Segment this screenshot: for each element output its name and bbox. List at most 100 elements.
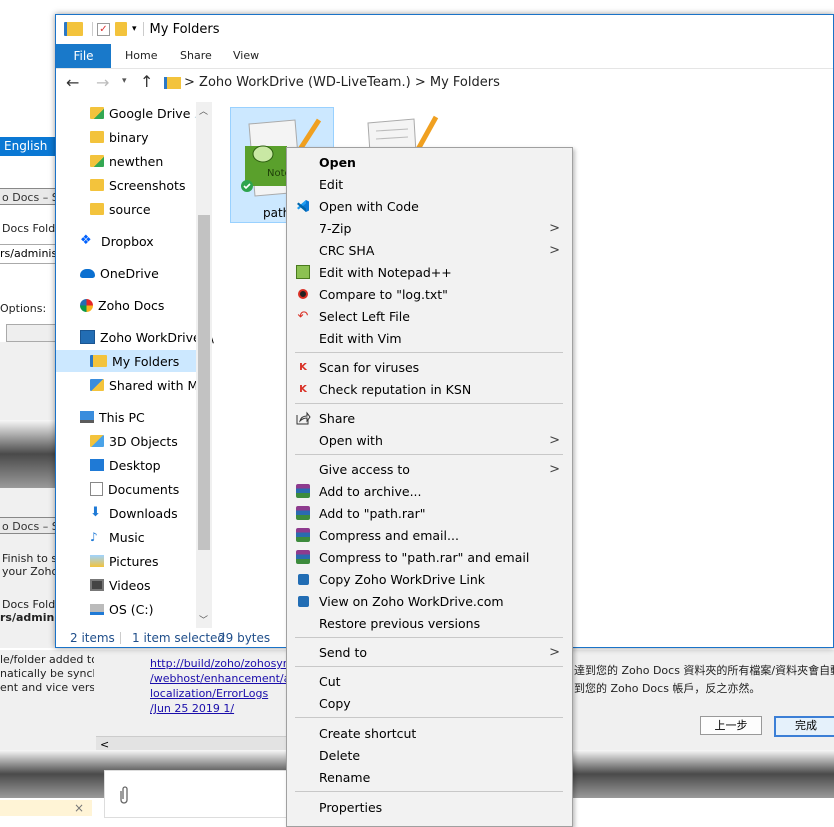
menu-item-scan-for-viruses[interactable]: K Scan for viruses — [287, 356, 572, 378]
tab-view[interactable]: View — [233, 44, 259, 68]
attachment-area[interactable] — [104, 770, 288, 818]
menu-item-add-to-path-rar[interactable]: Add to "path.rar" — [287, 502, 572, 524]
sidebar-item-label: OneDrive — [100, 265, 159, 281]
menu-item-properties[interactable]: Properties — [287, 796, 572, 818]
menu-item-give-access-to[interactable]: Give access to > — [287, 458, 572, 480]
menu-separator — [295, 717, 563, 718]
menu-item-compress-to-path-rar-email[interactable]: Compress to "path.rar" and email — [287, 546, 572, 568]
sidebar-item-3d-objects[interactable]: 3D Objects — [56, 430, 214, 452]
sidebar-item-label: Desktop — [109, 457, 161, 473]
customize-toolbar-chevron-icon[interactable]: ▾ — [132, 24, 137, 34]
sidebar-item-videos[interactable]: Videos — [56, 574, 214, 596]
sidebar-item-os-drive[interactable]: OS (C:) — [56, 598, 214, 620]
menu-item-label: Open — [319, 154, 356, 170]
menu-item-copy-workdrive-link[interactable]: Copy Zoho WorkDrive Link — [287, 568, 572, 590]
tab-file[interactable]: File — [56, 44, 111, 68]
sidebar-item-onedrive[interactable]: OneDrive — [56, 262, 214, 284]
log-link[interactable]: /Jun 25 2019 1/ — [150, 701, 286, 716]
language-bar[interactable]: English — [0, 137, 56, 156]
menu-item-compare[interactable]: Compare to "log.txt" — [287, 283, 572, 305]
menu-item-create-shortcut[interactable]: Create shortcut — [287, 722, 572, 744]
sidebar-item-dropbox[interactable]: ❖ Dropbox — [56, 230, 214, 252]
sidebar-item-this-pc[interactable]: This PC — [56, 406, 214, 428]
scroll-up-arrow-icon[interactable]: ︿ — [199, 104, 208, 117]
back-arrow-icon[interactable]: ← — [66, 73, 79, 92]
menu-item-edit-notepad-plus-plus[interactable]: Edit with Notepad++ — [287, 261, 572, 283]
this-pc-icon — [80, 411, 94, 423]
sidebar-item-downloads[interactable]: ⬇ Downloads — [56, 502, 214, 524]
log-link[interactable]: http://build/zoho/zohosync — [150, 656, 286, 671]
done-button[interactable]: 完成 — [774, 716, 834, 737]
menu-separator — [295, 454, 563, 455]
menu-item-restore-previous-versions[interactable]: Restore previous versions — [287, 612, 572, 634]
up-arrow-icon[interactable]: ↑ — [140, 72, 153, 91]
menu-item-edit[interactable]: Edit — [287, 173, 572, 195]
previous-button[interactable]: 上一步 — [700, 716, 762, 735]
breadcrumb-zoho-workdrive[interactable]: Zoho WorkDrive (WD-LiveTeam.) — [199, 75, 411, 90]
sidebar-item-binary[interactable]: binary — [56, 126, 214, 148]
sidebar-item-label: Videos — [109, 577, 151, 593]
menu-item-delete[interactable]: Delete — [287, 744, 572, 766]
address-breadcrumb[interactable]: > Zoho WorkDrive (WD-LiveTeam.) > My Fol… — [184, 75, 500, 90]
pictures-folder-icon — [90, 555, 104, 567]
menu-item-crc-sha[interactable]: CRC SHA > — [287, 239, 572, 261]
navigation-pane[interactable]: Google Drive 📌 binary newthen Screenshot… — [56, 102, 214, 628]
background-button[interactable] — [6, 324, 56, 342]
menu-item-view-on-workdrive[interactable]: View on Zoho WorkDrive.com — [287, 590, 572, 612]
menu-item-open-with[interactable]: Open with > — [287, 429, 572, 451]
scroll-down-arrow-icon[interactable]: ﹀ — [199, 613, 208, 626]
submenu-chevron-icon: > — [549, 220, 560, 236]
sidebar-item-zoho-docs[interactable]: Zoho Docs — [56, 294, 214, 316]
close-icon[interactable]: × — [74, 801, 84, 815]
sidebar-item-documents[interactable]: Documents — [56, 478, 214, 500]
folder-icon — [90, 203, 104, 215]
scrollbar-thumb[interactable] — [198, 215, 210, 550]
paperclip-icon[interactable] — [117, 785, 131, 805]
menu-item-compress-and-email[interactable]: Compress and email... — [287, 524, 572, 546]
menu-item-copy[interactable]: Copy — [287, 692, 572, 714]
forward-arrow-icon[interactable]: → — [96, 73, 109, 92]
menu-item-select-left-file[interactable]: ↶ Select Left File — [287, 305, 572, 327]
notepad-plus-plus-icon — [295, 264, 311, 280]
sidebar-item-screenshots[interactable]: Screenshots — [56, 174, 214, 196]
sidebar-item-google-drive[interactable]: Google Drive 📌 — [56, 102, 214, 124]
background-window-title: o Docs – Si — [0, 188, 56, 205]
sidebar-item-music[interactable]: ♪ Music — [56, 526, 214, 548]
sidebar-item-zoho-workdrive[interactable]: Zoho WorkDrive (\ — [56, 326, 214, 348]
sidebar-item-shared-with-me[interactable]: Shared with Me — [56, 374, 214, 396]
dropbox-icon: ❖ — [80, 233, 92, 248]
menu-item-check-reputation[interactable]: K Check reputation in KSN — [287, 378, 572, 400]
properties-check-icon[interactable]: ✓ — [97, 22, 110, 36]
menu-item-edit-with-vim[interactable]: Edit with Vim — [287, 327, 572, 349]
menu-item-label: Scan for viruses — [319, 359, 420, 375]
menu-item-send-to[interactable]: Send to > — [287, 641, 572, 663]
breadcrumb-my-folders[interactable]: My Folders — [430, 75, 500, 90]
tab-home[interactable]: Home — [125, 44, 157, 68]
log-link[interactable]: /webhost/enhancement/age — [150, 671, 286, 686]
sidebar-item-label: Dropbox — [101, 233, 154, 249]
sidebar-item-pictures[interactable]: Pictures — [56, 550, 214, 572]
new-folder-icon[interactable] — [115, 22, 127, 36]
menu-separator — [295, 637, 563, 638]
log-link[interactable]: localization/ErrorLogs — [150, 686, 286, 701]
sidebar-item-label: My Folders — [112, 353, 180, 369]
background-folder-label: Docs Folde — [2, 598, 56, 611]
menu-item-open-with-code[interactable]: Open with Code — [287, 195, 572, 217]
sidebar-item-label: This PC — [99, 409, 145, 425]
menu-item-share[interactable]: Share — [287, 407, 572, 429]
menu-item-open[interactable]: Open — [287, 151, 572, 173]
menu-item-cut[interactable]: Cut — [287, 670, 572, 692]
menu-item-add-to-archive[interactable]: Add to archive... — [287, 480, 572, 502]
recent-locations-chevron-icon[interactable]: ▾ — [122, 76, 127, 86]
sidebar-item-source[interactable]: source — [56, 198, 214, 220]
tab-share[interactable]: Share — [180, 44, 212, 68]
sidebar-item-newthen[interactable]: newthen — [56, 150, 214, 172]
sidebar-item-desktop[interactable]: Desktop — [56, 454, 214, 476]
sidebar-item-my-folders[interactable]: My Folders — [56, 350, 196, 372]
menu-item-rename[interactable]: Rename — [287, 766, 572, 788]
menu-item-label: Copy Zoho WorkDrive Link — [319, 571, 485, 587]
zoho-workdrive-icon — [295, 593, 311, 609]
menu-item-7zip[interactable]: 7-Zip > — [287, 217, 572, 239]
background-path-field[interactable]: rs/adminis — [0, 244, 56, 264]
shared-folder-icon — [90, 379, 104, 391]
